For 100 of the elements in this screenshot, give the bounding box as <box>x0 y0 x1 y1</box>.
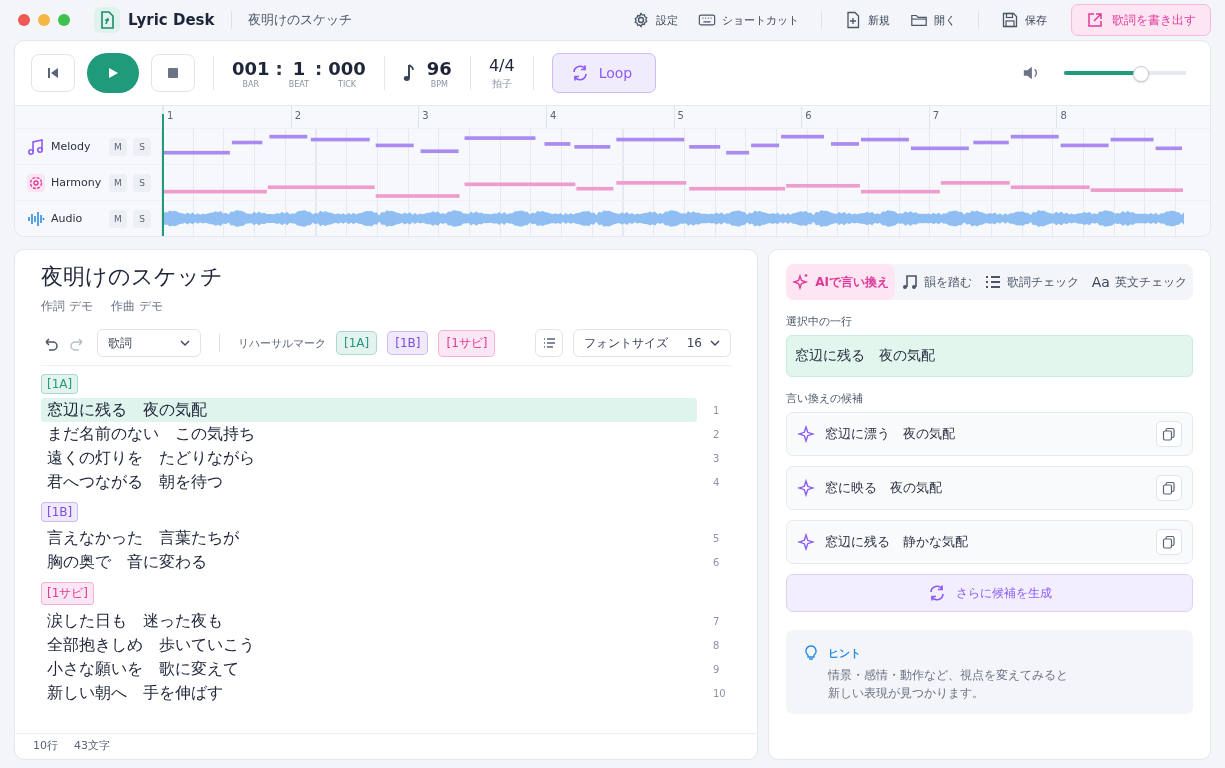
candidate-card[interactable]: 窓辺に残る 静かな気配 <box>786 520 1193 564</box>
line-number: 6 <box>713 556 720 568</box>
app-logo-icon <box>94 7 120 33</box>
bar-number: 5 <box>673 106 802 128</box>
play-button[interactable] <box>87 53 139 93</box>
export-lyrics-button[interactable]: 歌詞を書き出す <box>1071 4 1211 36</box>
rehearsal-mark-button[interactable]: [1B] <box>387 331 429 355</box>
loop-icon <box>570 64 589 82</box>
sparkle-icon <box>797 533 815 551</box>
maximize-window-button[interactable] <box>58 14 70 26</box>
section-mark: [1サビ] <box>41 582 94 605</box>
hint-text: 情景・感情・動作など、視点を変えてみると <box>828 667 1068 683</box>
app-name: Lyric Desk <box>128 11 215 29</box>
status-text: 43文字 <box>74 738 110 753</box>
toolbar-button[interactable]: 保存 <box>995 7 1053 33</box>
time-separator: : <box>315 57 323 80</box>
lyric-line[interactable]: 胸の奥で 音に変わる <box>41 550 697 574</box>
sparkle-icon <box>797 479 815 497</box>
copy-button[interactable] <box>1156 475 1182 501</box>
loop-button[interactable]: Loop <box>551 53 656 93</box>
close-window-button[interactable] <box>18 14 30 26</box>
mute-button[interactable]: M <box>109 137 127 156</box>
new-file-icon <box>844 11 862 29</box>
selected-line-text: 窓辺に残る 夜の気配 <box>786 335 1193 377</box>
time-signature: 4/4 <box>488 55 515 77</box>
list-format-button[interactable] <box>535 329 563 357</box>
position-label: BEAT <box>288 79 310 89</box>
play-icon <box>107 67 119 79</box>
lyric-line[interactable]: 新しい朝へ 手を伸ばす <box>41 681 697 705</box>
toolbar-button[interactable]: ショートカット <box>692 7 805 33</box>
bar-number: 3 <box>418 106 546 128</box>
volume-handle[interactable] <box>1132 66 1149 82</box>
copy-icon <box>1162 481 1176 495</box>
lightbulb-icon <box>802 644 820 662</box>
toolbar-button[interactable]: 開く <box>904 7 962 33</box>
candidate-text: 窓辺に漂う 夜の気配 <box>825 425 956 443</box>
line-number: 1 <box>713 404 720 416</box>
toolbar-button[interactable]: 新規 <box>838 7 896 33</box>
line-number: 10 <box>713 687 726 699</box>
rehearsal-mark-button[interactable]: [1サビ] <box>438 329 496 357</box>
song-title: 夜明けのスケッチ <box>41 263 224 291</box>
candidate-text: 窓辺に残る 静かな気配 <box>825 533 969 551</box>
rewind-button[interactable] <box>31 54 75 92</box>
document-title: 夜明けのスケッチ <box>247 11 352 29</box>
speaker-icon <box>1022 64 1040 82</box>
lyric-line[interactable]: 言えなかった 言葉たちが <box>41 526 697 550</box>
view-dropdown[interactable]: 歌詞 <box>97 329 201 357</box>
section-mark: [1B] <box>41 502 79 522</box>
lyric-line[interactable]: まだ名前のない この気持ち <box>41 422 697 446</box>
hint-title: ヒント <box>828 646 862 661</box>
copy-icon <box>1162 535 1176 549</box>
solo-button[interactable]: S <box>133 137 151 156</box>
lyric-line[interactable]: 全部抱きしめ 歩いていこう <box>41 633 697 657</box>
settings-icon <box>632 11 650 29</box>
track-name: Melody <box>51 140 92 153</box>
position-label: BAR <box>242 79 260 89</box>
save-icon <box>1001 11 1019 29</box>
lyric-line[interactable]: 遠くの灯りを たどりながら <box>41 446 697 470</box>
lyric-line[interactable]: 小さな願いを 歌に変えて <box>41 657 697 681</box>
candidate-card[interactable]: 窓辺に漂う 夜の気配 <box>786 412 1193 456</box>
bar-number: 8 <box>1056 106 1184 128</box>
lyric-line[interactable]: 涙した日も 迷った夜も <box>41 609 697 633</box>
bar-number: 6 <box>801 106 929 128</box>
copy-button[interactable] <box>1156 529 1182 555</box>
track-name: Harmony <box>51 176 103 189</box>
font-size-dropdown[interactable]: フォントサイズ 16 <box>573 329 731 357</box>
candidate-card[interactable]: 窓に映る 夜の気配 <box>786 466 1193 510</box>
hint-text: 新しい表現が見つかります。 <box>828 685 985 701</box>
stop-button[interactable] <box>151 54 195 92</box>
music-note-icon <box>901 273 920 291</box>
skip-back-icon <box>47 67 59 79</box>
lyric-line[interactable]: 君へつながる 朝を待つ <box>41 470 697 494</box>
assistant-tab[interactable]: 歌詞チェック <box>978 264 1086 300</box>
caret-icon <box>710 340 720 346</box>
line-number: 8 <box>713 639 720 651</box>
assistant-tab[interactable]: 韻を踏む <box>895 264 979 300</box>
candidate-text: 窓に映る 夜の気配 <box>825 479 943 497</box>
letters-icon: Aa <box>1091 274 1110 290</box>
line-number: 4 <box>713 476 720 488</box>
refresh-icon <box>927 584 946 602</box>
line-number: 7 <box>713 615 720 627</box>
generate-more-button[interactable]: さらに候補を生成 <box>786 574 1193 612</box>
mute-button[interactable]: M <box>109 209 127 228</box>
mute-button[interactable]: M <box>109 173 127 192</box>
section-mark: [1A] <box>41 374 79 394</box>
music-note-icon <box>27 137 45 156</box>
line-number: 3 <box>713 452 720 464</box>
bar-number: 4 <box>545 106 674 128</box>
position-value: 1 <box>292 57 306 80</box>
solo-button[interactable]: S <box>133 209 151 228</box>
toolbar-button[interactable]: 設定 <box>626 7 684 33</box>
credit-text: 作曲 デモ <box>110 298 163 315</box>
line-number: 9 <box>713 663 720 675</box>
copy-button[interactable] <box>1156 421 1182 447</box>
caret-icon <box>180 340 190 346</box>
solo-button[interactable]: S <box>133 173 151 192</box>
copy-icon <box>1162 427 1176 441</box>
waveform-icon <box>27 209 45 228</box>
tempo-value: 96 <box>426 57 452 80</box>
assistant-tab[interactable]: Aa 英文チェック <box>1085 264 1193 300</box>
